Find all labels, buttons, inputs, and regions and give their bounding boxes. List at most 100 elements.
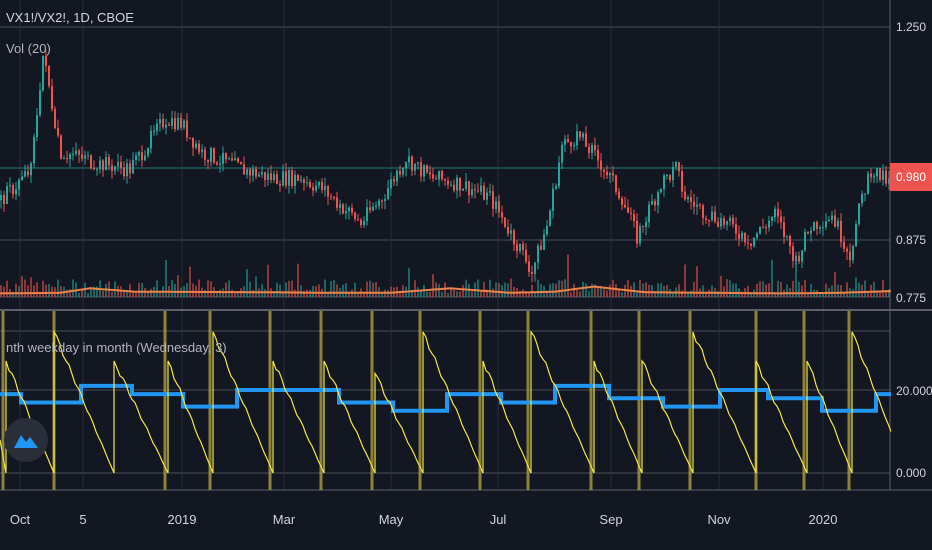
candle-body <box>198 143 200 153</box>
candle-body <box>579 131 581 138</box>
volume-bar <box>666 285 668 297</box>
volume-bar <box>879 292 881 297</box>
candle-body <box>831 215 833 220</box>
volume-bar <box>498 283 500 297</box>
volume-bar <box>657 283 659 297</box>
candle-body <box>537 245 539 263</box>
volume-bar <box>174 284 176 297</box>
candle-body <box>87 155 89 157</box>
candle-body <box>282 171 284 186</box>
candle-body <box>417 162 419 164</box>
candle-body <box>81 154 83 159</box>
candle-body <box>387 188 389 199</box>
volume-bar <box>864 280 866 297</box>
volume-bar <box>609 284 611 297</box>
candle-body <box>471 189 473 196</box>
volume-bar <box>831 285 833 297</box>
candle-body <box>744 232 746 243</box>
candle-body <box>195 143 197 148</box>
volume-bar <box>660 283 662 297</box>
candle-body <box>765 227 767 229</box>
volume-bar <box>810 284 812 297</box>
candle-body <box>351 207 353 213</box>
volume-bar <box>804 280 806 297</box>
candle-body <box>813 221 815 231</box>
candle-body <box>120 162 122 168</box>
volume-bar <box>60 286 62 297</box>
volume-bar <box>87 292 89 297</box>
volume-bar <box>249 281 251 297</box>
volume-bar <box>111 291 113 297</box>
candle-body <box>300 179 302 181</box>
candle-body <box>681 171 683 192</box>
candle-body <box>39 90 41 116</box>
chart-canvas[interactable] <box>0 0 932 550</box>
candle-body <box>486 192 488 200</box>
candle-body <box>678 162 680 172</box>
indicator-tick: 0.000 <box>896 466 927 480</box>
candle-body <box>840 220 842 242</box>
volume-bar <box>285 282 287 297</box>
candle-body <box>777 209 779 217</box>
tradingview-logo[interactable] <box>4 418 48 462</box>
volume-bar <box>444 282 446 297</box>
volume-bar <box>456 291 458 297</box>
indicator-tick: 20.000 <box>896 384 932 398</box>
candle-body <box>648 204 650 223</box>
candle-body <box>381 200 383 202</box>
candle-body <box>816 221 818 229</box>
volume-bar <box>846 282 848 297</box>
volume-bar <box>735 283 737 297</box>
candle-body <box>75 150 77 154</box>
candle-body <box>711 211 713 220</box>
volume-bar <box>300 285 302 297</box>
candle-body <box>147 148 149 156</box>
candle-body <box>753 237 755 246</box>
x-tick: Jul <box>489 512 507 527</box>
candle-body <box>15 189 17 195</box>
candle-body <box>96 169 98 171</box>
volume-legend: Vol (20) <box>6 41 51 56</box>
candle-body <box>684 191 686 200</box>
candle-body <box>390 179 392 189</box>
candle-body <box>768 220 770 228</box>
candle-body <box>489 191 491 193</box>
candle-body <box>123 167 125 177</box>
candle-body <box>501 212 503 218</box>
candle-body <box>117 162 119 167</box>
candle-body <box>216 162 218 165</box>
candle-body <box>747 242 749 244</box>
candle-body <box>660 188 662 193</box>
candle-body <box>144 155 146 161</box>
volume-bar <box>501 285 503 297</box>
candle-body <box>630 212 632 215</box>
volume-bar <box>318 284 320 297</box>
volume-bar <box>792 280 794 297</box>
candle-body <box>306 182 308 184</box>
candle-body <box>318 182 320 186</box>
volume-bar <box>6 280 8 297</box>
candle-body <box>756 233 758 238</box>
volume-bar <box>747 285 749 297</box>
candle-body <box>789 235 791 247</box>
mountain-icon <box>14 435 38 448</box>
candle-body <box>189 137 191 139</box>
candle-body <box>402 168 404 175</box>
candle-body <box>618 191 620 199</box>
candle-body <box>783 222 785 237</box>
candle-body <box>432 174 434 179</box>
candle-body <box>135 155 137 161</box>
candle-body <box>438 170 440 180</box>
candle-body <box>60 135 62 159</box>
candle-body <box>51 86 53 110</box>
volume-bar <box>645 282 647 297</box>
candle-body <box>465 181 467 189</box>
candle-body <box>507 226 509 234</box>
candle-body <box>786 235 788 237</box>
candle-body <box>450 184 452 186</box>
volume-bar <box>504 282 506 297</box>
candle-body <box>348 207 350 212</box>
candle-body <box>531 272 533 274</box>
candle-body <box>372 206 374 211</box>
volume-bar <box>27 285 29 297</box>
